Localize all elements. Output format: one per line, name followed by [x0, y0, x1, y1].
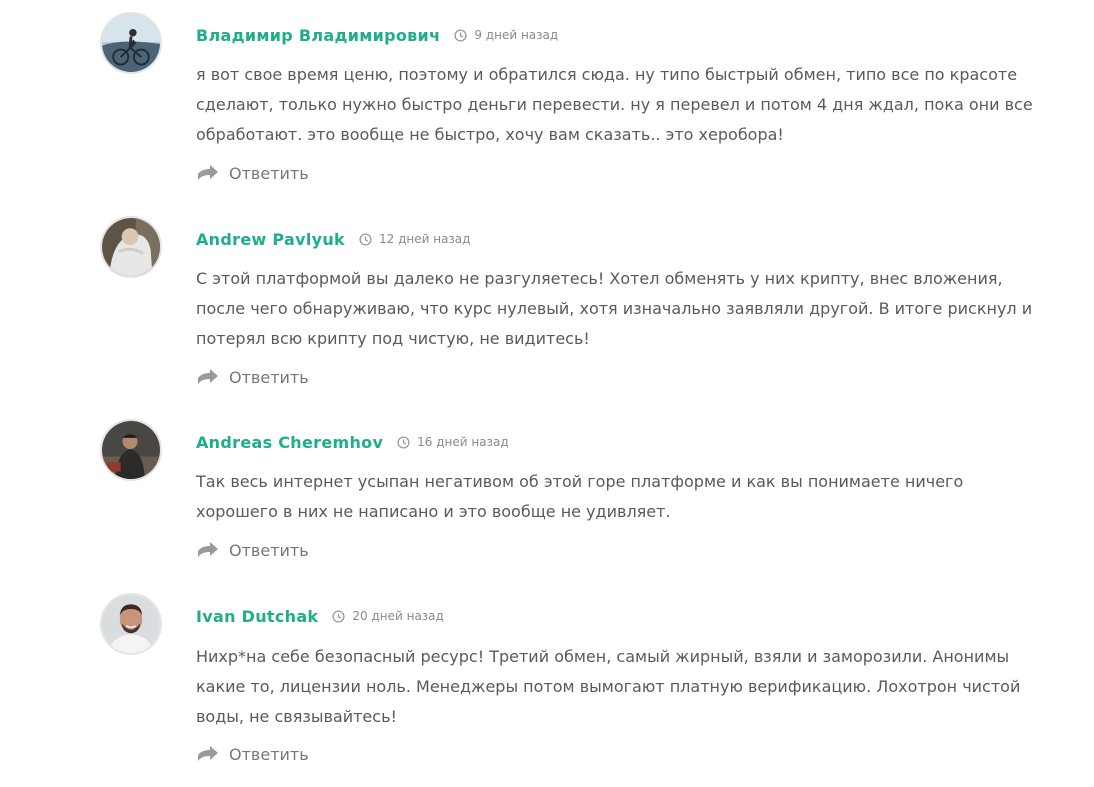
avatar[interactable]: [100, 419, 162, 481]
time-label: 20 дней назад: [352, 609, 444, 623]
reply-button[interactable]: Ответить: [197, 743, 309, 765]
comment-time: 9 дней назад: [454, 28, 558, 42]
reply-arrow-icon: [197, 165, 219, 181]
avatar-photo: [102, 595, 160, 653]
clock-icon: [359, 232, 372, 246]
author-name[interactable]: Andreas Cheremhov: [196, 433, 383, 452]
reply-arrow-icon: [197, 746, 219, 762]
comment-time: 20 дней назад: [332, 609, 444, 623]
comment-header: Andreas Cheremhov 16 дней назад: [196, 432, 509, 452]
reply-button[interactable]: Ответить: [197, 539, 309, 561]
comment-header: Ivan Dutchak 20 дней назад: [196, 606, 444, 626]
reply-label: Ответить: [229, 163, 309, 183]
clock-icon: [397, 435, 410, 449]
comment-header: Владимир Владимирович 9 дней назад: [196, 25, 558, 45]
reply-label: Ответить: [229, 540, 309, 560]
author-name[interactable]: Владимир Владимирович: [196, 26, 440, 45]
comment-text: Так весь интернет усыпан негативом об эт…: [196, 472, 964, 521]
avatar-photo: [102, 218, 160, 276]
author-name[interactable]: Ivan Dutchak: [196, 607, 318, 626]
author-name[interactable]: Andrew Pavlyuk: [196, 230, 345, 249]
avatar-photo: [102, 14, 160, 72]
comment-header: Andrew Pavlyuk 12 дней назад: [196, 229, 470, 249]
clock-icon: [332, 609, 345, 623]
avatar[interactable]: [100, 593, 162, 655]
reply-label: Ответить: [229, 744, 309, 764]
clock-icon: [454, 28, 467, 42]
time-label: 9 дней назад: [474, 28, 559, 42]
reply-button[interactable]: Ответить: [197, 366, 309, 388]
reply-button[interactable]: Ответить: [197, 162, 309, 184]
comment-time: 16 дней назад: [397, 435, 509, 449]
avatar[interactable]: [100, 216, 162, 278]
reply-label: Ответить: [229, 367, 309, 387]
avatar[interactable]: [100, 12, 162, 74]
reply-arrow-icon: [197, 542, 219, 558]
avatar-photo: [102, 421, 160, 479]
comment-text: Нихр*на себе безопасный ресурс! Третий о…: [196, 647, 1021, 726]
comment-text: С этой платформой вы далеко не разгуляет…: [196, 269, 1033, 348]
comment-time: 12 дней назад: [359, 232, 470, 246]
reply-arrow-icon: [197, 369, 219, 385]
time-label: 12 дней назад: [379, 232, 471, 246]
time-label: 16 дней назад: [417, 435, 509, 449]
comment-text: я вот свое время ценю, поэтому и обратил…: [196, 65, 1033, 144]
